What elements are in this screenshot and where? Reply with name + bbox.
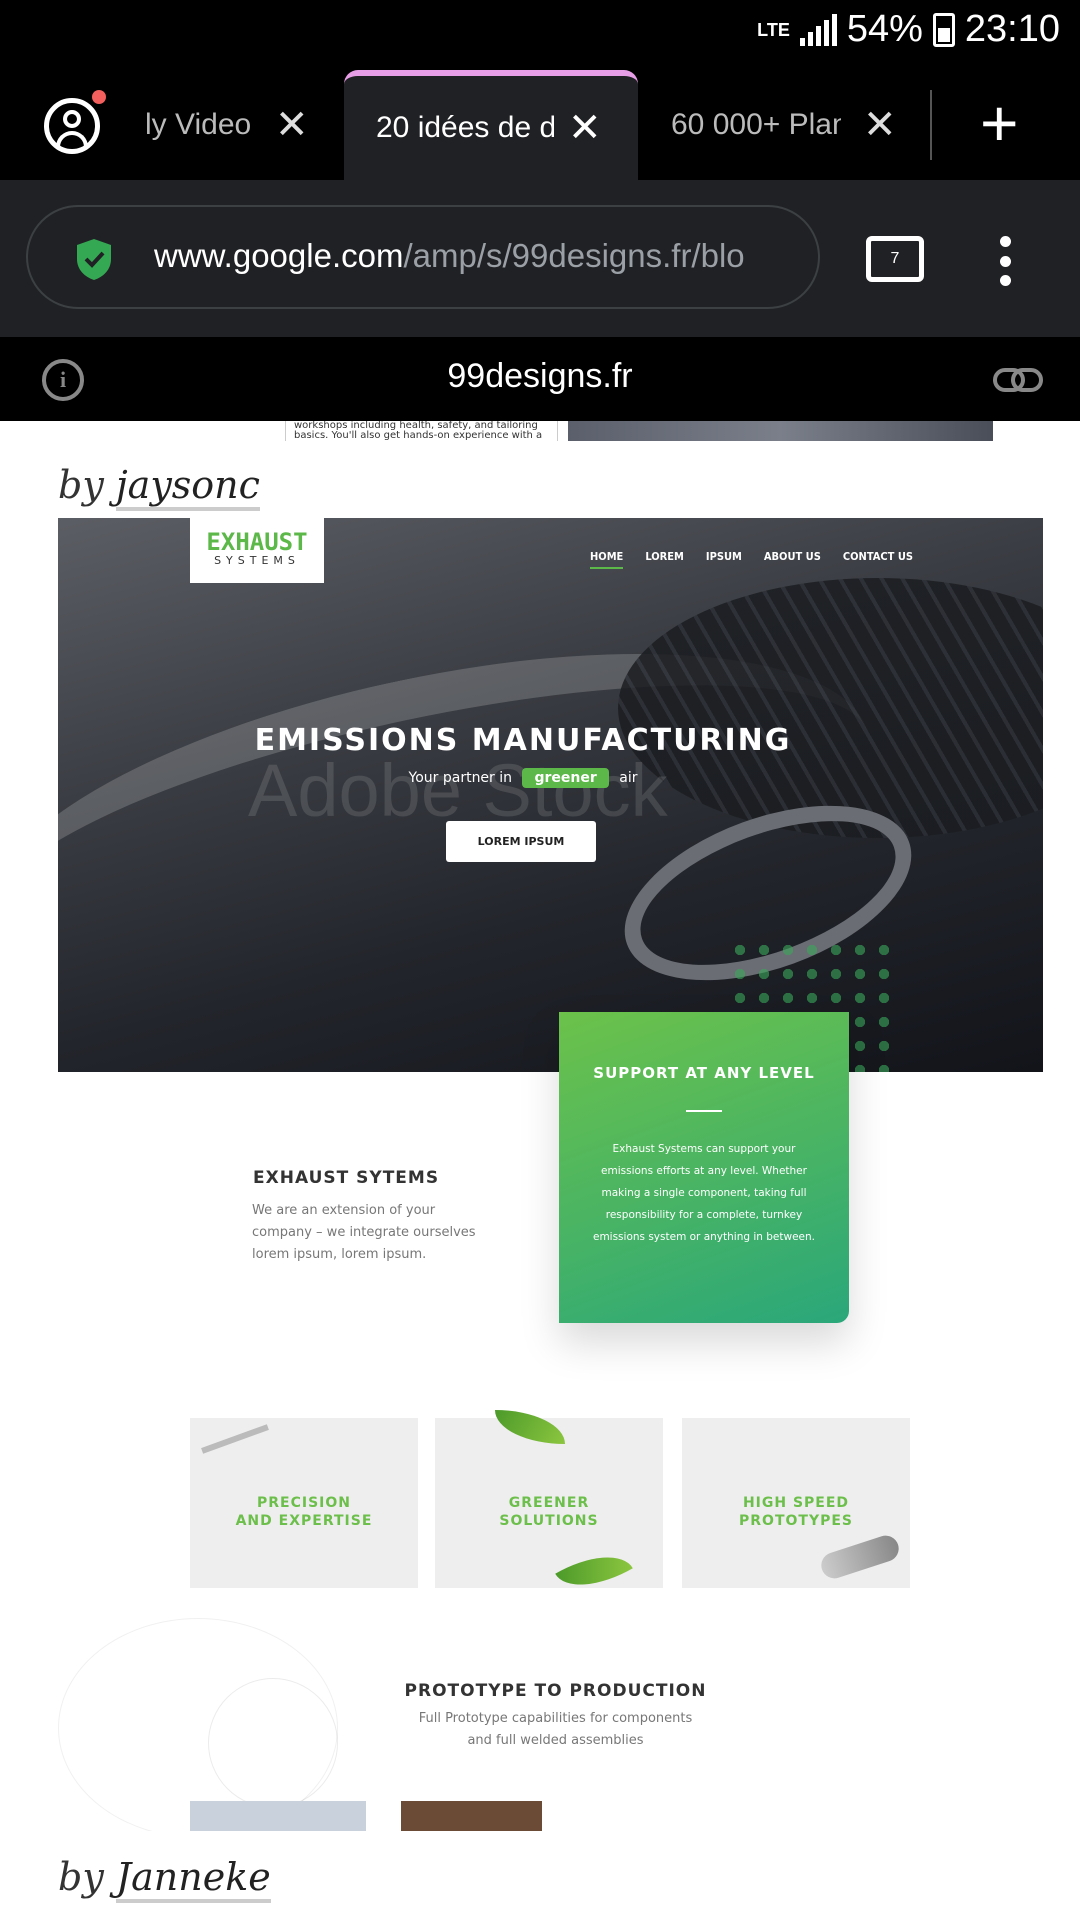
prototype-title: PROTOTYPE TO PRODUCTION xyxy=(404,1681,707,1701)
notification-dot xyxy=(92,90,106,104)
tab-2-active[interactable]: 20 idées de de ✕ xyxy=(344,70,638,180)
team-photo xyxy=(190,1801,542,1831)
nav-about: ABOUT US xyxy=(763,550,821,563)
tab-switcher-button[interactable]: 7 xyxy=(866,236,924,282)
nav-ipsum: IPSUM xyxy=(705,550,742,563)
close-tab-icon[interactable]: ✕ xyxy=(275,102,309,148)
support-card: SUPPORT AT ANY LEVEL Exhaust Systems can… xyxy=(559,1012,849,1323)
author-link[interactable]: Janneke xyxy=(115,1855,271,1903)
url-text: www.google.com/amp/s/99designs.fr/blo xyxy=(154,237,804,275)
status-bar: LTE 54% 23:10 xyxy=(0,0,1080,70)
byline-jaysonc: by jaysonc xyxy=(58,463,260,511)
hero-subtitle: Your partner in greener air xyxy=(408,768,638,788)
battery-percent: 54% xyxy=(846,8,923,50)
tab-divider xyxy=(930,90,932,160)
author-link[interactable]: jaysonc xyxy=(115,463,260,511)
address-bar[interactable]: www.google.com/amp/s/99designs.fr/blo xyxy=(26,205,820,309)
link-icon[interactable] xyxy=(992,367,1044,393)
feature-greener: GREENER SOLUTIONS xyxy=(435,1410,663,1604)
caliper-image xyxy=(201,1424,269,1454)
nav-lorem: LOREM xyxy=(645,550,684,563)
design-showcase-image: Adobe Stock EXHAUST SYSTEMS HOME LOREM I… xyxy=(58,518,1043,1831)
previous-design-photo xyxy=(568,421,993,441)
leaf-image xyxy=(495,1410,565,1444)
nav-contact: CONTACT US xyxy=(842,550,913,563)
about-title: EXHAUST SYTEMS xyxy=(253,1168,440,1188)
overflow-menu-icon[interactable] xyxy=(994,236,1016,286)
feature-prototypes: HIGH SPEED PROTOTYPES xyxy=(682,1418,910,1588)
prototype-text: Full Prototype capabilities for componen… xyxy=(418,1711,693,1748)
page-content: workshops including health, safety, and … xyxy=(0,421,1080,1920)
previous-design-snippet: workshops including health, safety, and … xyxy=(285,421,558,441)
network-type: LTE xyxy=(757,19,790,40)
hero-title: EMISSIONS MANUFACTURING xyxy=(254,723,792,758)
close-tab-icon[interactable]: ✕ xyxy=(568,105,602,151)
site-nav: HOME LOREM IPSUM ABOUT US CONTACT US xyxy=(590,550,913,569)
shield-check-icon xyxy=(77,239,111,280)
url-host: www.google.com xyxy=(154,237,404,274)
url-path: /amp/s/99designs.fr/blo xyxy=(403,237,745,274)
nav-home: HOME xyxy=(590,550,624,569)
brand-logo: EXHAUST SYSTEMS xyxy=(190,518,324,583)
tab-strip: ly Video ✕ 20 idées de de ✕ 60 000+ Plan… xyxy=(0,70,1080,180)
status-indicators: LTE 54% 23:10 xyxy=(757,8,1060,51)
tab-1[interactable]: ly Video ✕ xyxy=(145,70,315,180)
exhaust-pipe-image xyxy=(817,1532,903,1582)
browser-toolbar: www.google.com/amp/s/99designs.fr/blo 7 xyxy=(0,180,1080,337)
tab-title: 60 000+ Plant xyxy=(671,108,841,141)
close-tab-icon[interactable]: ✕ xyxy=(863,102,897,148)
amp-info-bar: i 99designs.fr xyxy=(0,337,1080,421)
hero-banner: Adobe Stock EXHAUST SYSTEMS HOME LOREM I… xyxy=(58,518,1043,1072)
battery-icon xyxy=(932,12,955,47)
signal-icon xyxy=(799,13,837,46)
about-text: We are an extension of your company – we… xyxy=(252,1203,476,1262)
page-domain: 99designs.fr xyxy=(447,357,633,395)
tab-3[interactable]: 60 000+ Plant ✕ xyxy=(671,70,921,180)
leaf-image xyxy=(555,1538,633,1604)
tab-title: 20 idées de de xyxy=(376,111,554,144)
byline-janneke: by Janneke xyxy=(58,1855,271,1903)
tab-title: ly Video xyxy=(145,108,250,141)
feature-precision: PRECISION AND EXPERTISE xyxy=(190,1418,418,1588)
hero-cta-button: LOREM IPSUM xyxy=(446,821,596,862)
new-tab-button[interactable]: + xyxy=(980,88,1019,158)
clock: 23:10 xyxy=(964,8,1060,50)
profile-icon[interactable] xyxy=(44,98,100,154)
